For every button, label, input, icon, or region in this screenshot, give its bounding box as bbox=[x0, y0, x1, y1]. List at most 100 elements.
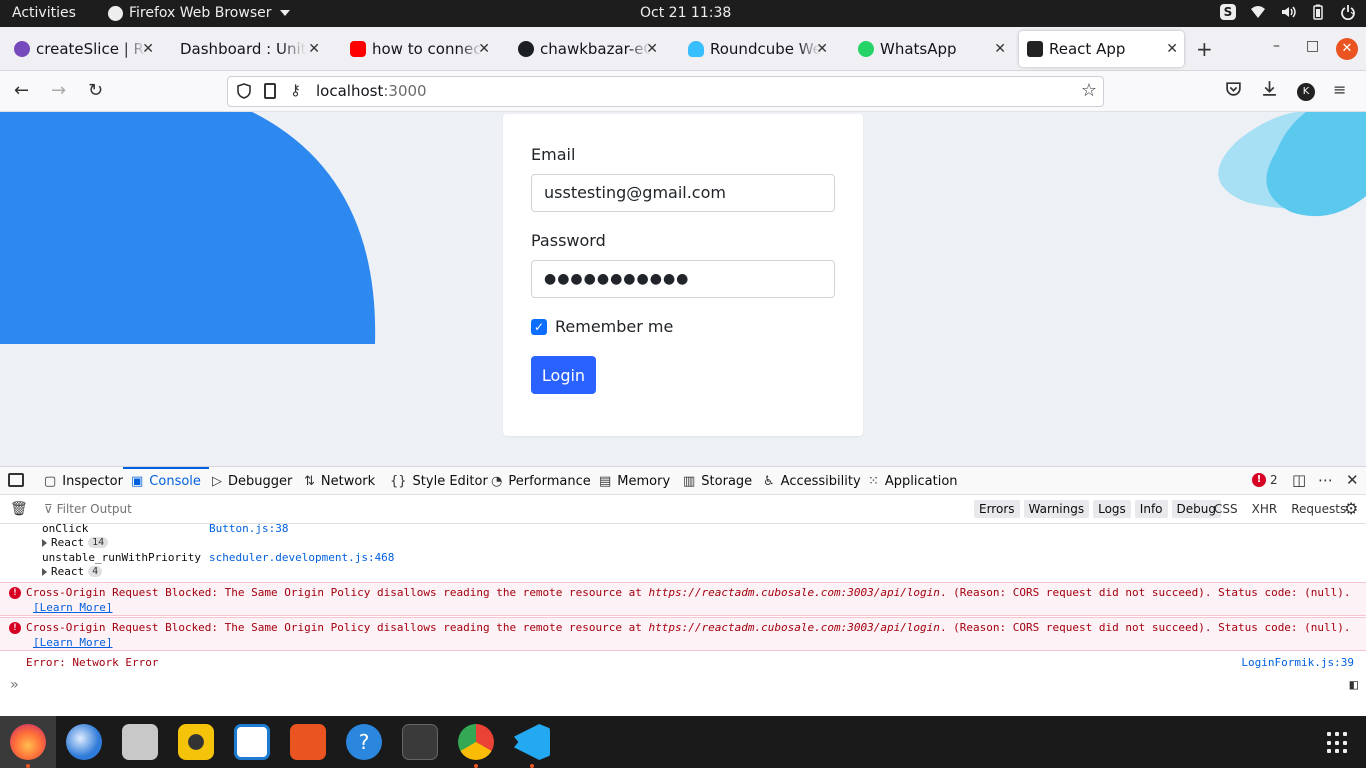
bookmark-star-icon[interactable]: ☆ bbox=[1081, 80, 1097, 101]
reload-button[interactable]: ↻ bbox=[88, 80, 103, 101]
close-icon[interactable]: ✕ bbox=[816, 41, 828, 57]
tab-youtube[interactable]: how to connect cors ✕ bbox=[342, 31, 496, 67]
firefox-icon[interactable] bbox=[10, 724, 46, 760]
filter-logs[interactable]: Logs bbox=[1093, 500, 1131, 518]
learn-more-link[interactable]: [Learn More] bbox=[33, 601, 112, 614]
stack-function: onClick bbox=[42, 522, 89, 535]
clock[interactable]: Oct 21 11:38 bbox=[640, 5, 731, 21]
network-error-source-link[interactable]: LoginFormik.js:39 bbox=[1241, 656, 1354, 669]
battery-icon bbox=[1313, 4, 1323, 20]
tab-label: Accessibility bbox=[780, 473, 861, 489]
console-input-prompt[interactable]: » bbox=[10, 677, 18, 693]
close-icon[interactable]: ✕ bbox=[1166, 41, 1178, 57]
stack-source-link[interactable]: Button.js:38 bbox=[209, 522, 288, 535]
address-bar[interactable]: ⚷ localhost:3000 ☆ bbox=[227, 76, 1104, 107]
page-info-icon[interactable] bbox=[264, 83, 276, 99]
tab-application[interactable]: ⁙ Application bbox=[868, 467, 958, 495]
files-icon[interactable] bbox=[122, 724, 158, 760]
password-field[interactable]: ●●●●●●●●●●● bbox=[531, 260, 835, 298]
editor-mode-icon[interactable]: ◧ bbox=[1350, 677, 1358, 693]
tab-style-editor[interactable]: {} Style Editor bbox=[390, 467, 488, 495]
download-icon[interactable] bbox=[1261, 80, 1278, 97]
filter-xhr[interactable]: XHR bbox=[1252, 502, 1278, 516]
tab-dashboard[interactable]: Dashboard : United X ✕ bbox=[172, 31, 326, 67]
tab-inspector[interactable]: ▢ Inspector bbox=[44, 467, 123, 495]
roundcube-icon bbox=[688, 41, 704, 57]
close-icon[interactable]: ✕ bbox=[308, 41, 320, 57]
terminal-icon[interactable] bbox=[402, 724, 438, 760]
hamburger-menu-icon[interactable]: ≡ bbox=[1333, 80, 1346, 99]
forward-button[interactable]: → bbox=[51, 80, 66, 101]
activities-button[interactable]: Activities bbox=[12, 5, 76, 21]
url-text[interactable]: localhost:3000 bbox=[316, 82, 427, 100]
back-button[interactable]: ← bbox=[14, 80, 29, 101]
remember-me-checkbox[interactable]: ✓ bbox=[531, 319, 547, 335]
maximize-button[interactable]: □ bbox=[1306, 38, 1319, 54]
filter-info[interactable]: Info bbox=[1134, 500, 1168, 518]
minimize-button[interactable]: – bbox=[1273, 38, 1280, 54]
system-tray[interactable]: S bbox=[1220, 4, 1356, 20]
tab-debugger[interactable]: ▷ Debugger bbox=[212, 467, 292, 495]
close-icon[interactable]: ✕ bbox=[142, 41, 154, 57]
filter-warnings[interactable]: Warnings bbox=[1023, 500, 1090, 518]
remember-me-label[interactable]: Remember me bbox=[555, 317, 673, 336]
learn-more-link[interactable]: [Learn More] bbox=[33, 636, 112, 649]
filter-errors[interactable]: Errors bbox=[974, 500, 1020, 518]
chrome-icon[interactable] bbox=[458, 724, 494, 760]
rhythmbox-icon[interactable] bbox=[178, 724, 214, 760]
close-icon[interactable]: ✕ bbox=[994, 41, 1006, 57]
clear-console-icon[interactable]: 🗑 bbox=[10, 501, 28, 517]
stack-group-toggle[interactable]: React 4 bbox=[42, 565, 103, 578]
close-icon[interactable]: ✕ bbox=[478, 41, 490, 57]
dock-side-icon[interactable]: ◫ bbox=[1292, 471, 1306, 489]
tab-roundcube[interactable]: Roundcube Webmail ✕ bbox=[680, 31, 834, 67]
software-center-icon[interactable] bbox=[290, 724, 326, 760]
tab-storage[interactable]: ▥ Storage bbox=[683, 467, 752, 495]
more-options-icon[interactable]: ⋯ bbox=[1318, 471, 1333, 489]
settings-gear-icon[interactable]: ⚙ bbox=[1344, 499, 1358, 518]
tab-createslice[interactable]: createSlice | Redux ✕ bbox=[6, 31, 160, 67]
new-tab-button[interactable]: + bbox=[1196, 37, 1213, 61]
key-icon[interactable]: ⚷ bbox=[290, 81, 301, 99]
stack-group-toggle[interactable]: React 14 bbox=[42, 536, 109, 549]
filter-requests[interactable]: Requests bbox=[1291, 502, 1346, 516]
account-avatar[interactable]: K bbox=[1297, 83, 1315, 101]
tab-network[interactable]: ⇅ Network bbox=[304, 467, 375, 495]
app-menu[interactable]: Firefox Web Browser bbox=[108, 5, 290, 21]
email-field[interactable]: usstesting@gmail.com bbox=[531, 174, 835, 212]
show-applications-icon[interactable] bbox=[1327, 732, 1349, 754]
tab-accessibility[interactable]: ♿ Accessibility bbox=[763, 467, 861, 495]
window-close-button[interactable]: ✕ bbox=[1336, 38, 1358, 60]
thunderbird-icon[interactable] bbox=[66, 724, 102, 760]
console-error-message[interactable]: ! Cross-Origin Request Blocked: The Same… bbox=[0, 617, 1366, 651]
help-icon[interactable]: ? bbox=[346, 724, 382, 760]
filter-input[interactable]: ⊽ Filter Output bbox=[44, 502, 132, 516]
pocket-icon[interactable] bbox=[1225, 80, 1242, 97]
password-label: Password bbox=[531, 231, 606, 250]
console-icon: ▣ bbox=[131, 474, 144, 489]
tab-react-app[interactable]: React App ✕ bbox=[1019, 31, 1184, 67]
wifi-icon bbox=[1251, 6, 1265, 18]
tab-console[interactable]: ▣ Console bbox=[123, 467, 209, 495]
login-button[interactable]: Login bbox=[531, 356, 596, 394]
tab-github[interactable]: chawkbazar-eCom ✕ bbox=[510, 31, 664, 67]
writer-icon[interactable] bbox=[234, 724, 270, 760]
decorative-blob-right bbox=[1218, 112, 1366, 217]
element-picker-icon[interactable] bbox=[8, 473, 24, 487]
tab-memory[interactable]: ▤ Memory bbox=[599, 467, 670, 495]
stack-source-link[interactable]: scheduler.development.js:468 bbox=[209, 551, 394, 564]
error-count-badge[interactable]: ! 2 bbox=[1252, 473, 1278, 487]
tab-whatsapp[interactable]: WhatsApp ✕ bbox=[850, 31, 1012, 67]
close-devtools-icon[interactable]: ✕ bbox=[1346, 471, 1359, 489]
close-icon[interactable]: ✕ bbox=[646, 41, 658, 57]
firefox-icon bbox=[108, 5, 123, 21]
react-icon bbox=[1027, 41, 1043, 57]
console-error-message[interactable]: ! Cross-Origin Request Blocked: The Same… bbox=[0, 582, 1366, 616]
filter-css[interactable]: CSS bbox=[1214, 502, 1238, 516]
tab-performance[interactable]: ◔ Performance bbox=[491, 467, 591, 495]
vscode-icon[interactable] bbox=[514, 724, 550, 760]
shield-icon[interactable] bbox=[236, 83, 252, 99]
skype-icon[interactable]: S bbox=[1220, 4, 1236, 20]
tab-label: createSlice | Redux bbox=[36, 40, 146, 58]
screen: Activities Firefox Web Browser Oct 21 11… bbox=[0, 0, 1366, 768]
